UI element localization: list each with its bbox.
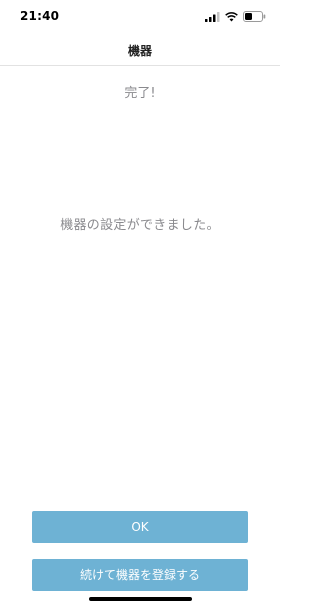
battery-icon — [243, 11, 266, 22]
ok-button[interactable]: OK — [32, 511, 248, 543]
signal-icon — [205, 11, 220, 22]
setup-complete-message: 機器の設定ができました。 — [60, 218, 220, 233]
home-indicator — [89, 597, 192, 601]
continue-register-button[interactable]: 続けて機器を登録する — [32, 559, 248, 591]
page-title: 機器 — [127, 44, 152, 58]
complete-label: 完了! — [124, 86, 156, 101]
status-time: 21:40 — [20, 9, 60, 23]
status-bar: 21:40 — [0, 0, 280, 32]
wifi-icon — [225, 11, 238, 21]
status-icons — [205, 11, 266, 22]
nav-bar: 機器 — [0, 32, 280, 66]
